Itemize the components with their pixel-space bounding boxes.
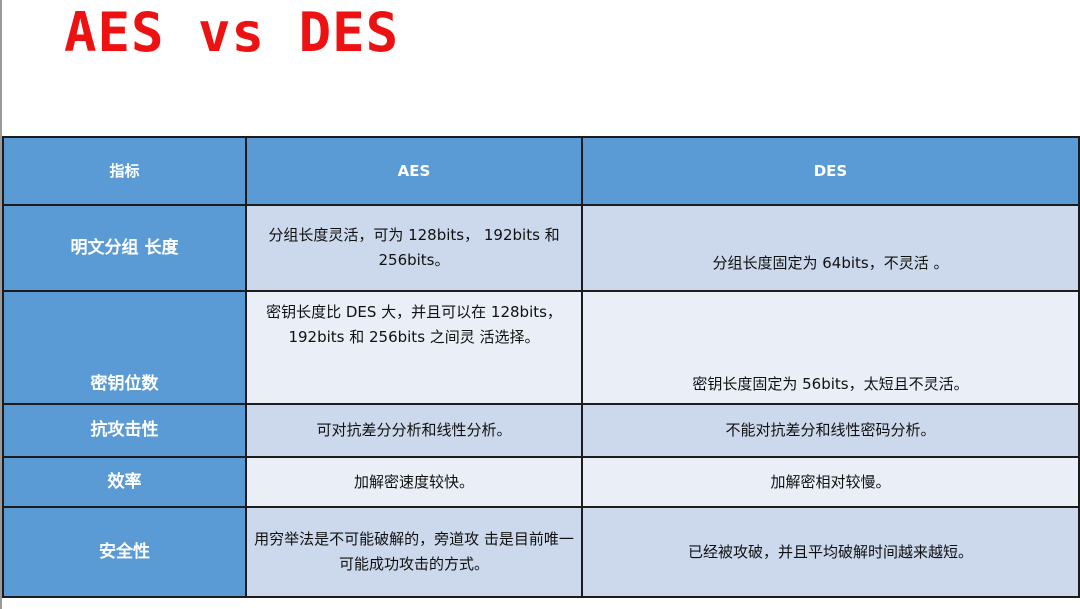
- row-label-key-size: 密钥位数: [2, 290, 247, 405]
- header-des: DES: [581, 136, 1080, 206]
- table-row: 抗攻击性 可对抗差分分析和线性分析。 不能对抗差分和线性密码分析。: [2, 403, 1080, 458]
- table-row: 效率 加解密速度较快。 加解密相对较慢。: [2, 456, 1080, 508]
- cell-des-key-size: 密钥长度固定为 56bits，太短且不灵活。: [581, 290, 1080, 405]
- cell-aes-security: 用穷举法是不可能破解的，旁道攻 击是目前唯一可能成功攻击的方式。: [245, 506, 583, 598]
- row-label-block-length: 明文分组 长度: [2, 204, 247, 292]
- cell-des-security: 已经被攻破，并且平均破解时间越来越短。: [581, 506, 1080, 598]
- row-label-attack-resistance: 抗攻击性: [2, 403, 247, 458]
- table-header-row: 指标 AES DES: [2, 136, 1080, 206]
- row-label-security: 安全性: [2, 506, 247, 598]
- table-row: 密钥位数 密钥长度比 DES 大，并且可以在 128bits，192bits 和…: [2, 290, 1080, 405]
- table-row: 安全性 用穷举法是不可能破解的，旁道攻 击是目前唯一可能成功攻击的方式。 已经被…: [2, 506, 1080, 598]
- cell-aes-efficiency: 加解密速度较快。: [245, 456, 583, 508]
- cell-des-block-length: 分组长度固定为 64bits，不灵活 。: [581, 204, 1080, 292]
- cell-aes-block-length: 分组长度灵活，可为 128bits， 192bits 和 256bits。: [245, 204, 583, 292]
- table-row: 明文分组 长度 分组长度灵活，可为 128bits， 192bits 和 256…: [2, 204, 1080, 292]
- cell-des-efficiency: 加解密相对较慢。: [581, 456, 1080, 508]
- comparison-table: 指标 AES DES 明文分组 长度 分组长度灵活，可为 128bits， 19…: [2, 136, 1080, 598]
- row-label-efficiency: 效率: [2, 456, 247, 508]
- header-indicator: 指标: [2, 136, 247, 206]
- cell-aes-key-size: 密钥长度比 DES 大，并且可以在 128bits，192bits 和 256b…: [245, 290, 583, 405]
- header-aes: AES: [245, 136, 583, 206]
- slide-title: AES vs DES: [64, 1, 400, 64]
- cell-des-attack-resistance: 不能对抗差分和线性密码分析。: [581, 403, 1080, 458]
- cell-aes-attack-resistance: 可对抗差分分析和线性分析。: [245, 403, 583, 458]
